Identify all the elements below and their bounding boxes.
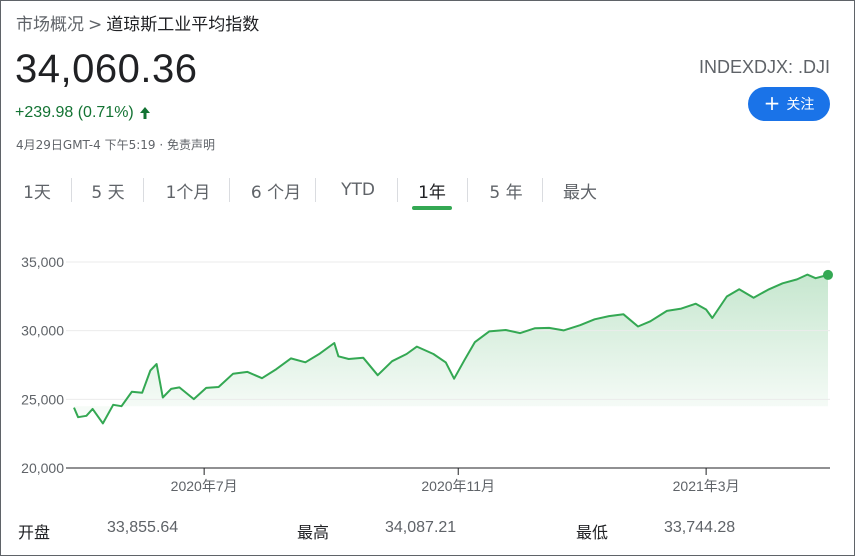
tab-divider xyxy=(71,178,72,202)
tab-divider xyxy=(229,178,230,202)
range-tab-label: 6 个月 xyxy=(250,182,302,203)
range-tabs: 1天 5 天 1个月 6 个月 YTD 1年 5 年 最大 xyxy=(0,172,620,212)
range-tab-6[interactable]: 5 年 xyxy=(480,172,532,208)
range-tab-label: 5 年 xyxy=(489,182,523,203)
plus-icon: + xyxy=(763,91,781,115)
stat-open-value: 33,855.64 xyxy=(107,519,179,536)
price-change-value: +239.98 (0.71%) xyxy=(15,104,134,121)
current-price: 34,060.36 xyxy=(15,47,198,91)
ticker-symbol: INDEXDJX: .DJI xyxy=(698,57,830,77)
arrow-up-icon xyxy=(139,107,150,119)
y-tick-label: 35,000 xyxy=(21,254,64,270)
range-tab-label: YTD xyxy=(341,180,375,200)
timestamp: 4月29日GMT-4 下午5:19 xyxy=(16,138,156,152)
breadcrumb-separator: > xyxy=(88,15,103,35)
stat-high-value: 34,087.21 xyxy=(385,519,457,536)
price-change: +239.98 (0.71%) xyxy=(15,104,152,122)
range-tab-4[interactable]: YTD xyxy=(330,172,386,208)
range-tab-1[interactable]: 5 天 xyxy=(80,172,136,208)
y-tick-label: 30,000 xyxy=(21,323,64,339)
tab-divider xyxy=(143,178,144,202)
x-tick-label: 2020年7月 xyxy=(171,478,238,494)
range-tab-7[interactable]: 最大 xyxy=(555,172,605,208)
tab-divider xyxy=(315,178,316,202)
y-tick-label: 20,000 xyxy=(21,460,64,476)
range-tab-3[interactable]: 6 个月 xyxy=(238,172,314,208)
breadcrumb-current: 道琼斯工业平均指数 xyxy=(106,15,260,35)
price-chart[interactable]: 20,000 25,000 30,000 35,000 2020年7月 2020年11月 2… xyxy=(0,240,855,510)
tab-divider xyxy=(467,178,468,202)
series-area xyxy=(74,274,828,424)
range-tab-5[interactable]: 1年 xyxy=(412,172,452,210)
breadcrumb: 市场概况 > 道琼斯工业平均指数 xyxy=(16,10,259,35)
last-point-marker xyxy=(823,269,833,280)
stat-high-label: 最高 xyxy=(297,525,330,542)
stat-low-label: 最低 xyxy=(576,525,609,542)
x-tick-label: 2020年11月 xyxy=(421,478,495,494)
breadcrumb-root-link[interactable]: 市场概况 xyxy=(16,15,84,35)
x-tick-label: 2021年3月 xyxy=(673,478,740,494)
follow-button-label: 关注 xyxy=(786,97,815,113)
quote-meta: 4月29日GMT-4 下午5:19 · 免责声明 xyxy=(16,136,215,153)
y-tick-label: 25,000 xyxy=(21,391,64,407)
follow-button[interactable]: + 关注 xyxy=(748,87,830,121)
range-tab-label: 最大 xyxy=(563,182,597,203)
tab-divider xyxy=(542,178,543,202)
tab-divider xyxy=(397,178,398,202)
range-tab-label: 1年 xyxy=(418,182,446,203)
range-tab-2[interactable]: 1个月 xyxy=(152,172,224,208)
stat-open-label: 开盘 xyxy=(18,525,51,542)
stat-low-value: 33,744.28 xyxy=(664,519,736,536)
disclaimer-link[interactable]: · 免责声明 xyxy=(159,138,215,152)
range-tab-0[interactable]: 1天 xyxy=(16,172,58,208)
range-tab-label: 5 天 xyxy=(91,182,125,203)
range-tab-label: 1天 xyxy=(23,182,51,203)
active-tab-indicator xyxy=(412,206,452,210)
range-tab-label: 1个月 xyxy=(165,182,211,203)
